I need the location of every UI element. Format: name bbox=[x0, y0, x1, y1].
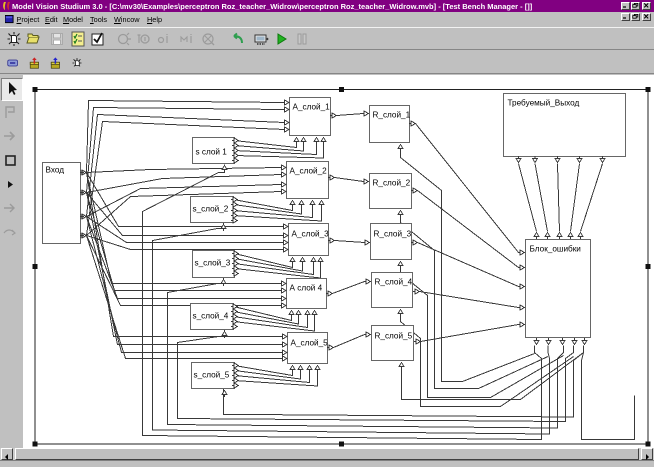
svg-text:R_слой_3: R_слой_3 bbox=[374, 230, 412, 239]
svg-text:A_слой_5: A_слой_5 bbox=[291, 339, 329, 348]
svg-text:Вход: Вход bbox=[46, 166, 65, 175]
svg-text:A_слой_3: A_слой_3 bbox=[292, 230, 330, 239]
svg-text:s_слой_4: s_слой_4 bbox=[193, 312, 229, 321]
svg-text:Блок_ошибки: Блок_ошибки bbox=[530, 245, 581, 254]
svg-text:A_слой_1: A_слой_1 bbox=[293, 103, 331, 112]
svg-text:R_слой_4: R_слой_4 bbox=[375, 278, 413, 287]
svg-text:s_слой_3: s_слой_3 bbox=[195, 259, 231, 268]
svg-text:R_слой_2: R_слой_2 bbox=[373, 179, 411, 188]
svg-text:s слой 1: s слой 1 bbox=[196, 148, 228, 157]
svg-text:А слой 4: А слой 4 bbox=[290, 284, 323, 293]
svg-text:s_слой_5: s_слой_5 bbox=[194, 371, 230, 380]
svg-text:s_слой_2: s_слой_2 bbox=[193, 205, 229, 214]
svg-text:Требуемый_Выход: Требуемый_Выход bbox=[508, 99, 580, 108]
svg-text:R_слой_1: R_слой_1 bbox=[373, 111, 411, 120]
svg-text:R_слой_5: R_слой_5 bbox=[375, 332, 413, 341]
svg-text:A_слой_2: A_слой_2 bbox=[290, 167, 328, 176]
